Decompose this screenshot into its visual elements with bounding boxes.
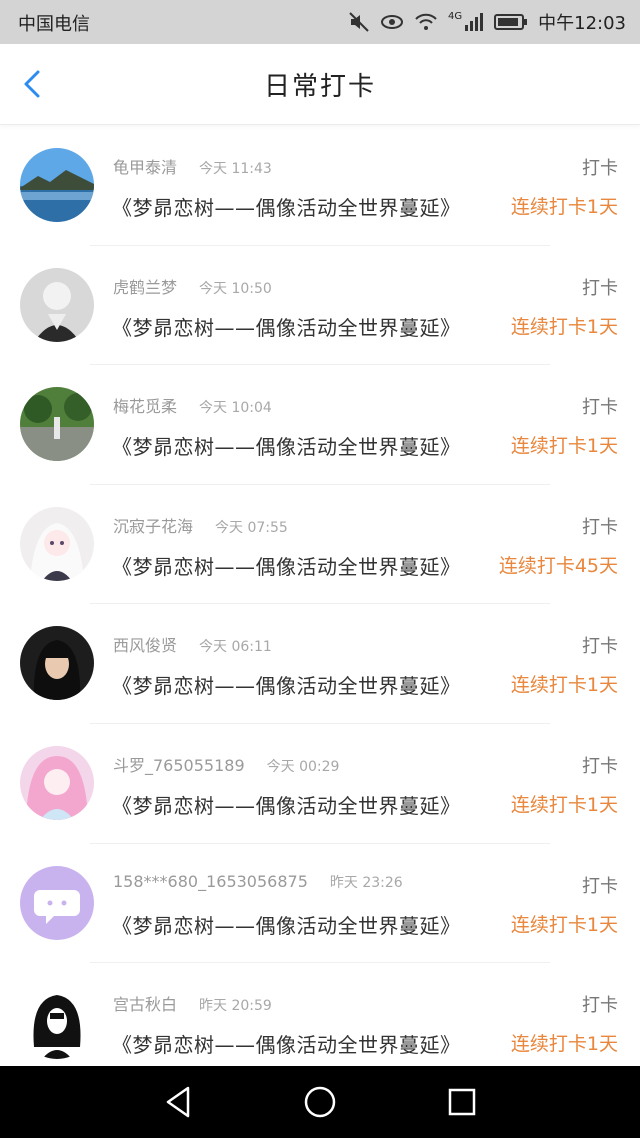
activity-title[interactable]: 《梦昴恋树——偶像活动全世界蔓延》 [112,790,461,819]
back-triangle-icon[interactable] [160,1084,196,1120]
user-meta: 宫古秋白 昨天 20:59 [113,991,272,1015]
mute-icon [348,11,370,33]
username[interactable]: 虎鹤兰梦 [113,278,177,297]
streak-label: 连续打卡1天 [510,793,618,816]
user-meta: 虎鹤兰梦 今天 10:50 [113,274,272,298]
streak-label: 连续打卡1天 [510,196,618,218]
list-item[interactable]: 斗罗_765055189 今天 00:29 打卡 《梦昴恋树——偶像活动全世界蔓延… [0,724,640,844]
timestamp: 今天 06:11 [199,639,272,656]
record-type: 打卡 [582,277,618,299]
list-item[interactable]: 宫古秋白 昨天 20:59 打卡 《梦昴恋树——偶像活动全世界蔓延》 连续打卡1天 [0,963,640,1066]
record-type: 打卡 [582,636,618,658]
list-item[interactable]: 虎鹤兰梦 今天 10:50 打卡 《梦昴恋树——偶像活动全世界蔓延》 连续打卡1天 [0,246,640,366]
streak-label: 连续打卡1天 [510,435,618,458]
user-meta: 西风俊贤 今天 06:11 [113,632,272,656]
username[interactable]: 斗罗_765055189 [113,756,245,775]
record-type: 打卡 [582,158,618,179]
list-item[interactable]: 龟甲泰清 今天 11:43 打卡 《梦昴恋树——偶像活动全世界蔓延》 连续打卡1天 [0,126,640,246]
timestamp: 昨天 23:26 [329,874,403,891]
list-item[interactable]: 西风俊贤 今天 06:11 打卡 《梦昴恋树——偶像活动全世界蔓延》 连续打卡1天 [0,604,640,724]
clock: 中午12:03 [538,13,626,34]
carrier-name: 中国电信 [18,14,90,35]
record-type: 打卡 [582,397,618,419]
checkin-list[interactable]: 龟甲泰清 今天 11:43 打卡 《梦昴恋树——偶像活动全世界蔓延》 连续打卡1天… [0,126,640,1066]
avatar[interactable] [20,985,94,1060]
list-item[interactable]: 梅花觅柔 今天 10:04 打卡 《梦昴恋树——偶像活动全世界蔓延》 连续打卡1天 [0,365,640,485]
signal-icon [464,13,484,31]
avatar[interactable] [20,267,94,342]
avatar[interactable] [20,148,94,222]
activity-title[interactable]: 《梦昴恋树——偶像活动全世界蔓延》 [112,1029,461,1058]
list-item[interactable]: 沉寂子花海 今天 07:55 打卡 《梦昴恋树——偶像活动全世界蔓延》 连续打卡4… [0,485,640,605]
home-circle-icon[interactable] [302,1084,338,1120]
status-icons: 4G 中午12:03 [348,8,626,36]
activity-title[interactable]: 《梦昴恋树——偶像活动全世界蔓延》 [112,551,461,580]
system-nav-bar [0,1066,640,1138]
user-meta: 158***680_1653056875 昨天 23:26 [113,872,403,892]
wifi-icon [414,12,438,32]
streak-label: 连续打卡1天 [510,913,618,936]
activity-title[interactable]: 《梦昴恋树——偶像活动全世界蔓延》 [112,670,461,699]
user-meta: 龟甲泰清 今天 11:43 [113,154,272,178]
list-item[interactable]: 158***680_1653056875 昨天 23:26 打卡 《梦昴恋树——偶… [0,844,640,964]
avatar[interactable] [20,745,94,820]
activity-title[interactable]: 《梦昴恋树——偶像活动全世界蔓延》 [112,910,461,939]
record-type: 打卡 [582,755,618,777]
timestamp: 今天 07:55 [215,519,288,536]
battery-icon [494,13,528,31]
username[interactable]: 宫古秋白 [113,995,177,1014]
user-meta: 沉寂子花海 今天 07:55 [113,513,288,537]
username[interactable]: 西风俊贤 [113,636,177,655]
timestamp: 今天 00:29 [266,758,340,775]
streak-label: 连续打卡1天 [510,1033,618,1056]
status-bar: 中国电信 4G 中午12:03 [0,0,640,44]
timestamp: 今天 10:04 [199,400,272,417]
username[interactable]: 沉寂子花海 [113,517,193,536]
page-title: 日常打卡 [263,72,376,102]
record-type: 打卡 [582,516,618,538]
timestamp: 今天 11:43 [199,161,272,177]
activity-title[interactable]: 《梦昴恋树——偶像活动全世界蔓延》 [112,431,461,460]
eye-icon [380,13,404,31]
avatar[interactable] [20,626,94,701]
avatar[interactable] [20,506,94,581]
record-type: 打卡 [582,995,618,1017]
username[interactable]: 梅花觅柔 [113,397,177,416]
streak-label: 连续打卡1天 [510,674,618,697]
timestamp: 今天 10:50 [199,280,272,297]
timestamp: 昨天 20:59 [199,998,272,1015]
username[interactable]: 龟甲泰清 [113,158,177,177]
activity-title[interactable]: 《梦昴恋树——偶像活动全世界蔓延》 [112,312,461,341]
user-meta: 斗罗_765055189 今天 00:29 [113,752,339,776]
streak-label: 连续打卡1天 [510,315,618,338]
streak-label: 连续打卡45天 [498,554,618,577]
avatar[interactable] [20,387,94,462]
avatar[interactable] [20,865,94,940]
activity-title[interactable]: 《梦昴恋树——偶像活动全世界蔓延》 [112,192,461,221]
recents-square-icon[interactable] [444,1084,480,1120]
network-type-label: 4G [448,11,463,22]
username[interactable]: 158***680_1653056875 [113,872,308,891]
user-meta: 梅花觅柔 今天 10:04 [113,393,272,417]
header-bar: 日常打卡 [0,44,640,125]
record-type: 打卡 [582,875,618,897]
